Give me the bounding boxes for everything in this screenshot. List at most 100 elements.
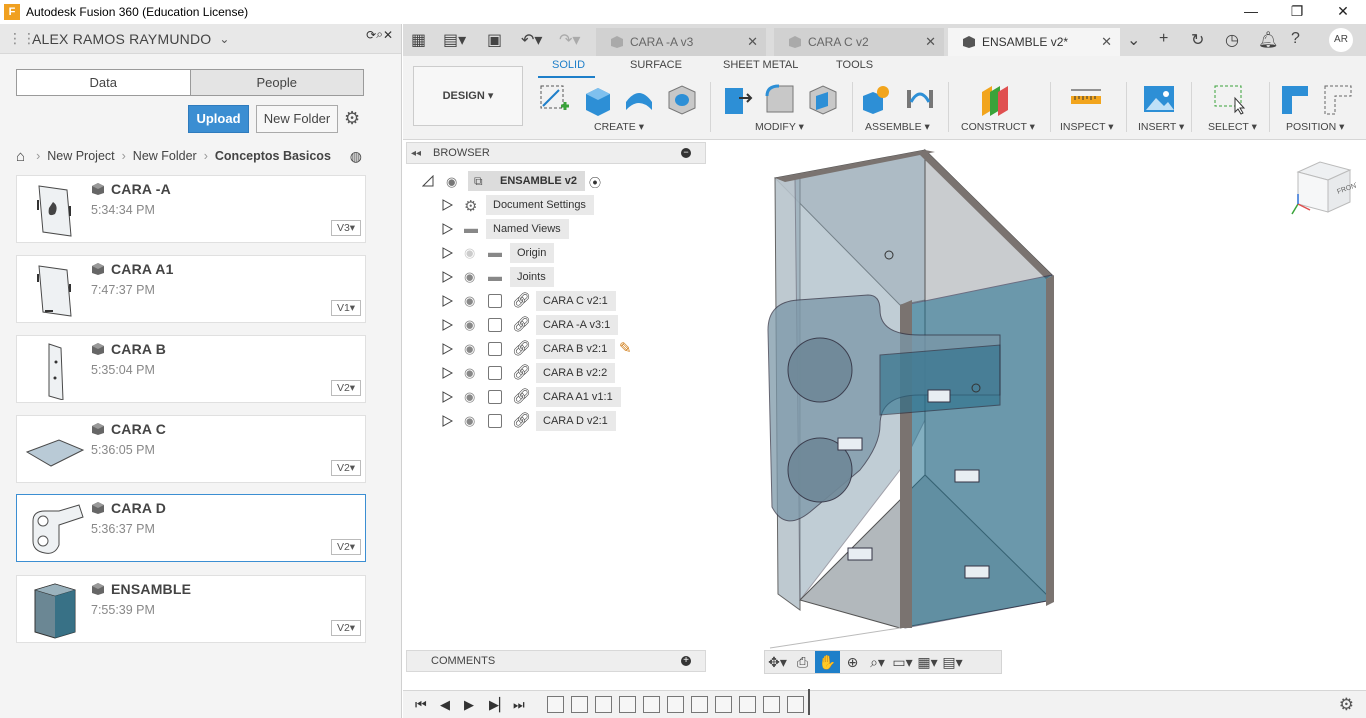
insert-image-icon[interactable] <box>1142 82 1176 116</box>
go-to-start-icon[interactable]: ⏮ <box>415 697 427 713</box>
gear-icon[interactable]: ⚙ <box>344 108 360 129</box>
visibility-eye-icon[interactable]: ◉ <box>464 341 475 357</box>
select-icon[interactable] <box>1213 82 1247 116</box>
sync-icon[interactable]: ↻ <box>1191 30 1204 50</box>
visibility-eye-icon[interactable]: ◉ <box>464 365 475 381</box>
orbit-icon[interactable]: ✥▾ <box>765 654 790 671</box>
home-icon[interactable]: ⌂ <box>16 148 25 165</box>
save-icon[interactable]: ▣ <box>487 30 502 50</box>
file-card[interactable]: ENSAMBLE 7:55:39 PM V2▾ <box>16 575 366 643</box>
timeline-joint-icon[interactable] <box>763 696 780 713</box>
tree-node-joints[interactable]: Joints <box>510 267 554 287</box>
tab-data[interactable]: Data <box>17 70 191 95</box>
tab-overflow-icon[interactable]: ⌄ <box>1127 30 1140 50</box>
timeline-joint-icon[interactable] <box>691 696 708 713</box>
visibility-eye-icon[interactable]: ◉ <box>464 245 475 261</box>
new-tab-icon[interactable]: + <box>1159 30 1168 48</box>
file-card[interactable]: CARA A1 7:47:37 PM V1▾ <box>16 255 366 323</box>
offset-plane-icon[interactable] <box>978 82 1012 116</box>
timeline-joint-icon[interactable] <box>739 696 756 713</box>
maximize-button[interactable]: ❐ <box>1274 0 1320 24</box>
expand-triangle-icon[interactable] <box>441 415 453 427</box>
visibility-eye-icon[interactable]: ◉ <box>446 174 457 190</box>
timeline-joint-icon[interactable] <box>667 696 684 713</box>
breadcrumb-item[interactable]: New Folder <box>133 149 197 163</box>
insert-menu[interactable]: INSERT ▾ <box>1138 121 1184 133</box>
globe-icon[interactable]: ◍ <box>350 148 362 165</box>
file-card[interactable]: CARA C 5:36:05 PM V2▾ <box>16 415 366 483</box>
revert-position-icon[interactable] <box>1321 82 1355 116</box>
expand-triangle-icon[interactable] <box>441 247 453 259</box>
create-sketch-icon[interactable] <box>537 82 571 116</box>
help-icon[interactable]: ? <box>1291 30 1300 48</box>
shell-icon[interactable] <box>806 82 840 116</box>
expand-triangle-icon[interactable] <box>441 391 453 403</box>
measure-icon[interactable] <box>1069 82 1103 116</box>
tree-node-root[interactable]: ENSAMBLE v2 <box>468 171 586 191</box>
viewports-icon[interactable]: ▤▾ <box>940 654 965 671</box>
expand-triangle-icon[interactable] <box>441 295 453 307</box>
fillet-icon[interactable] <box>763 82 797 116</box>
tree-node-component[interactable]: CARA -A v3:1 <box>536 315 619 335</box>
breadcrumb-item[interactable]: New Project <box>47 149 114 163</box>
new-folder-button[interactable]: New Folder <box>256 105 338 133</box>
extrude-icon[interactable] <box>580 82 614 116</box>
breadcrumb-current[interactable]: Conceptos Basicos <box>215 149 331 163</box>
tree-node-origin[interactable]: Origin <box>510 243 555 263</box>
display-settings-icon[interactable]: ▭▾ <box>890 654 915 671</box>
tab-sheet-metal[interactable]: SHEET METAL <box>723 59 798 71</box>
expand-triangle-icon[interactable] <box>441 199 453 211</box>
view-cube[interactable]: FRONT <box>1290 158 1356 218</box>
press-pull-icon[interactable] <box>719 82 753 116</box>
upload-button[interactable]: Upload <box>188 105 249 133</box>
assemble-menu[interactable]: ASSEMBLE ▾ <box>865 121 930 133</box>
construct-menu[interactable]: CONSTRUCT ▾ <box>961 121 1035 133</box>
timeline-joint-icon[interactable] <box>715 696 732 713</box>
timeline-joint-icon[interactable] <box>643 696 660 713</box>
expand-triangle-icon[interactable] <box>441 319 453 331</box>
joint-icon[interactable] <box>903 82 937 116</box>
zoom-icon[interactable]: ⊕ <box>840 654 865 671</box>
collapse-triangle-icon[interactable] <box>422 175 434 187</box>
expand-triangle-icon[interactable] <box>441 223 453 235</box>
grid-menu-icon[interactable]: ▦ <box>411 30 426 50</box>
tree-node-document-settings[interactable]: Document Settings <box>486 195 594 215</box>
tab-cara-a[interactable]: CARA -A v3 ✕ <box>596 28 766 56</box>
notifications-icon[interactable]: 🔔︎ <box>1258 30 1278 50</box>
undo-icon[interactable]: ↶▾ <box>521 30 542 50</box>
look-at-icon[interactable]: ⎙ <box>790 654 815 671</box>
tree-node-component[interactable]: CARA D v2:1 <box>536 411 616 431</box>
refresh-icon[interactable]: ⟳ <box>366 28 376 42</box>
pan-icon[interactable]: ✋ <box>815 651 840 673</box>
search-icon[interactable]: ⌕ <box>376 27 383 42</box>
inspect-menu[interactable]: INSPECT ▾ <box>1060 121 1114 133</box>
version-dropdown[interactable]: V2▾ <box>331 620 361 636</box>
grid-settings-icon[interactable]: ▦▾ <box>915 654 940 671</box>
tree-node-component[interactable]: CARA B v2:1 <box>536 339 616 359</box>
minimize-button[interactable]: — <box>1228 0 1274 24</box>
tree-node-component[interactable]: CARA A1 v1:1 <box>536 387 621 407</box>
close-tab-icon[interactable]: ✕ <box>747 34 758 50</box>
visibility-eye-icon[interactable]: ◉ <box>464 413 475 429</box>
workspace-switcher[interactable]: DESIGN ▾ <box>413 66 523 126</box>
timeline-joint-icon[interactable] <box>619 696 636 713</box>
timeline-joint-icon[interactable] <box>787 696 804 713</box>
modify-menu[interactable]: MODIFY ▾ <box>755 121 804 133</box>
visibility-eye-icon[interactable]: ◉ <box>464 389 475 405</box>
step-forward-icon[interactable]: ▶▏ <box>489 697 509 713</box>
job-status-icon[interactable]: ◷ <box>1225 30 1239 50</box>
tab-cara-c[interactable]: CARA C v2 ✕ <box>774 28 944 56</box>
user-name[interactable]: ALEX RAMOS RAYMUNDO <box>32 31 211 47</box>
comments-panel[interactable]: COMMENTS + <box>406 650 706 672</box>
timeline-settings-gear-icon[interactable]: ⚙ <box>1339 695 1354 715</box>
hole-icon[interactable] <box>665 82 699 116</box>
tab-solid[interactable]: SOLID <box>552 59 585 71</box>
redo-icon[interactable]: ↷▾ <box>559 30 580 50</box>
grip-icon[interactable]: ⋮⋮ <box>8 30 36 47</box>
file-menu-icon[interactable]: ▤▾ <box>443 30 466 50</box>
file-card[interactable]: CARA B 5:35:04 PM V2▾ <box>16 335 366 403</box>
fit-icon[interactable]: ⌕▾ <box>865 654 890 671</box>
visibility-eye-icon[interactable]: ◉ <box>464 317 475 333</box>
file-card[interactable]: CARA D 5:36:37 PM V2▾ <box>16 494 366 562</box>
select-menu[interactable]: SELECT ▾ <box>1208 121 1257 133</box>
